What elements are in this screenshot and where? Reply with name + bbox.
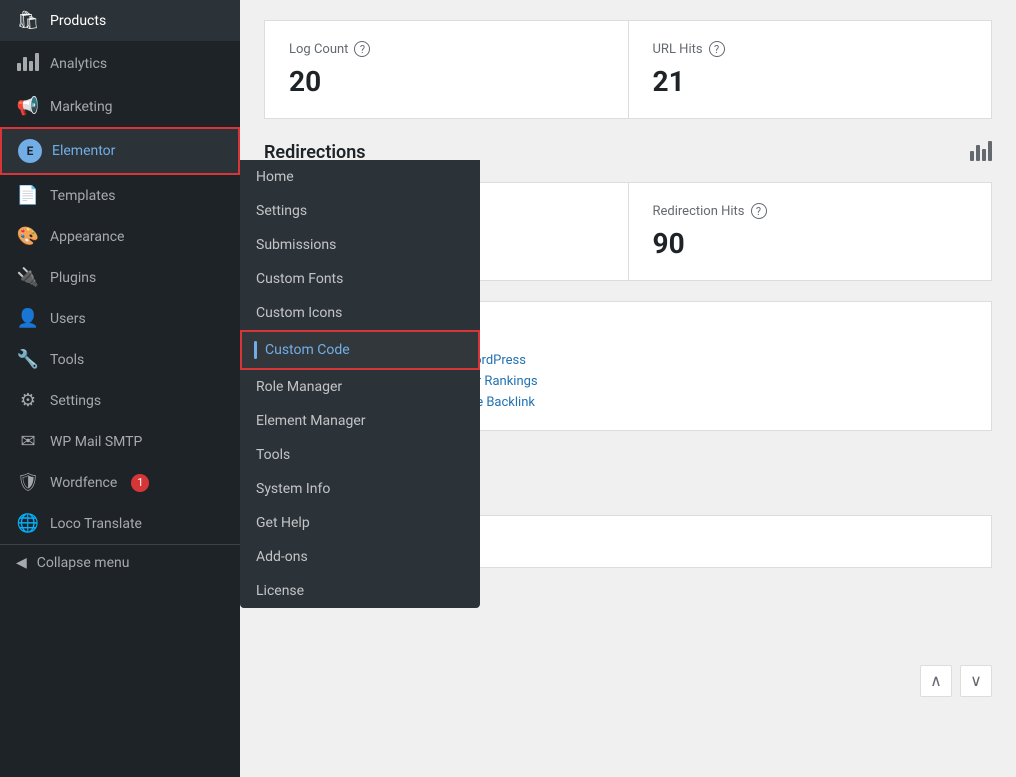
sidebar-item-label: Settings: [50, 393, 101, 409]
sidebar-item-label: Marketing: [50, 99, 113, 115]
log-count-value: 20: [289, 65, 604, 98]
url-hits-label: URL Hits ?: [653, 41, 968, 57]
submenu-add-ons-label: Add-ons: [256, 549, 308, 565]
url-hits-card: URL Hits ? 21: [629, 21, 992, 118]
submenu-item-license[interactable]: License: [240, 574, 480, 608]
submenu-get-help-label: Get Help: [256, 515, 310, 531]
submenu-element-manager-label: Element Manager: [256, 413, 365, 429]
submenu-item-get-help[interactable]: Get Help: [240, 506, 480, 540]
redirection-hits-card: Redirection Hits ? 90: [629, 183, 992, 280]
bar-chart-icon: [970, 139, 992, 166]
submenu-role-manager-label: Role Manager: [256, 379, 342, 395]
submenu-item-tools[interactable]: Tools: [240, 438, 480, 472]
sidebar-item-templates[interactable]: 📄 Templates: [0, 175, 240, 216]
sidebar-item-label: Tools: [50, 352, 84, 368]
submenu-settings-label: Settings: [256, 203, 307, 219]
appearance-icon: 🎨: [16, 226, 40, 247]
submenu-item-custom-fonts[interactable]: Custom Fonts: [240, 262, 480, 296]
sidebar-item-wp-mail-smtp[interactable]: ✉ WP Mail SMTP: [0, 421, 240, 462]
sidebar-item-label: WP Mail SMTP: [50, 434, 142, 450]
submenu-item-submissions[interactable]: Submissions: [240, 228, 480, 262]
products-icon: 🛍: [16, 10, 40, 31]
submenu-item-add-ons[interactable]: Add-ons: [240, 540, 480, 574]
sidebar-item-plugins[interactable]: 🔌 Plugins: [0, 257, 240, 298]
sidebar-item-label: Elementor: [52, 143, 115, 159]
log-count-help-icon[interactable]: ?: [354, 41, 370, 57]
sidebar-item-loco-translate[interactable]: 🌐 Loco Translate: [0, 503, 240, 544]
sidebar-item-tools[interactable]: 🔧 Tools: [0, 339, 240, 380]
submenu-item-custom-code[interactable]: Custom Code: [240, 330, 480, 370]
submenu-item-home[interactable]: Home: [240, 160, 480, 194]
log-count-label: Log Count ?: [289, 41, 604, 57]
sidebar-item-marketing[interactable]: 📢 Marketing: [0, 86, 240, 127]
sidebar-item-settings[interactable]: ⚙ Settings: [0, 380, 240, 421]
sidebar-item-products[interactable]: 🛍 Products: [0, 0, 240, 41]
log-count-card: Log Count ? 20: [265, 21, 629, 118]
submenu-item-role-manager[interactable]: Role Manager: [240, 370, 480, 404]
active-indicator: [254, 341, 257, 359]
wordfence-badge: 1: [131, 474, 149, 492]
top-stats-row: Log Count ? 20 URL Hits ? 21: [264, 20, 992, 119]
scroll-up-button[interactable]: ∧: [920, 665, 952, 697]
url-hits-value: 21: [653, 65, 968, 98]
submenu-system-info-label: System Info: [256, 481, 330, 497]
analytics-icon: [16, 51, 40, 76]
sidebar-item-label: Plugins: [50, 270, 96, 286]
tools-icon: 🔧: [16, 349, 40, 370]
redirection-hits-value: 90: [653, 227, 968, 260]
sidebar-item-wordfence[interactable]: 🛡 Wordfence 1: [0, 462, 240, 503]
sidebar: 🛍 Products Analytics 📢 Marketing E Eleme…: [0, 0, 240, 777]
collapse-label: Collapse menu: [37, 555, 130, 571]
scroll-down-button[interactable]: ∨: [960, 665, 992, 697]
users-icon: 👤: [16, 308, 40, 329]
submenu-custom-icons-label: Custom Icons: [256, 305, 342, 321]
arrow-buttons: ∧ ∨: [920, 665, 992, 697]
wp-mail-smtp-icon: ✉: [16, 431, 40, 452]
submenu-home-label: Home: [256, 169, 294, 185]
marketing-icon: 📢: [16, 96, 40, 117]
elementor-submenu: Home Settings Submissions Custom Fonts C…: [240, 160, 480, 608]
loco-translate-icon: 🌐: [16, 513, 40, 534]
sidebar-item-label: Loco Translate: [50, 516, 142, 532]
plugins-icon: 🔌: [16, 267, 40, 288]
redirection-hits-help-icon[interactable]: ?: [751, 203, 767, 219]
sidebar-item-elementor[interactable]: E Elementor: [0, 127, 240, 175]
sidebar-item-label: Users: [50, 311, 86, 327]
submenu-item-system-info[interactable]: System Info: [240, 472, 480, 506]
submenu-item-element-manager[interactable]: Element Manager: [240, 404, 480, 438]
sidebar-item-label: Appearance: [50, 229, 124, 245]
redirection-hits-label: Redirection Hits ?: [653, 203, 968, 219]
submenu-license-label: License: [256, 583, 304, 599]
sidebar-item-users[interactable]: 👤 Users: [0, 298, 240, 339]
sidebar-item-label: Products: [50, 13, 106, 29]
sidebar-item-label: Templates: [50, 188, 116, 204]
sidebar-item-appearance[interactable]: 🎨 Appearance: [0, 216, 240, 257]
elementor-icon: E: [18, 139, 42, 163]
collapse-menu-button[interactable]: ◀ Collapse menu: [0, 544, 240, 581]
submenu-item-settings[interactable]: Settings: [240, 194, 480, 228]
sidebar-item-label: Analytics: [50, 56, 107, 72]
submenu-tools-label: Tools: [256, 447, 290, 463]
submenu-item-custom-icons[interactable]: Custom Icons: [240, 296, 480, 330]
sidebar-item-label: Wordfence: [50, 475, 117, 491]
collapse-icon: ◀: [16, 555, 27, 571]
url-hits-help-icon[interactable]: ?: [709, 41, 725, 57]
wordfence-icon: 🛡: [16, 472, 40, 493]
settings-icon: ⚙: [16, 390, 40, 411]
sidebar-item-analytics[interactable]: Analytics: [0, 41, 240, 86]
submenu-custom-code-label: Custom Code: [265, 342, 350, 358]
submenu-submissions-label: Submissions: [256, 237, 336, 253]
submenu-custom-fonts-label: Custom Fonts: [256, 271, 343, 287]
templates-icon: 📄: [16, 185, 40, 206]
